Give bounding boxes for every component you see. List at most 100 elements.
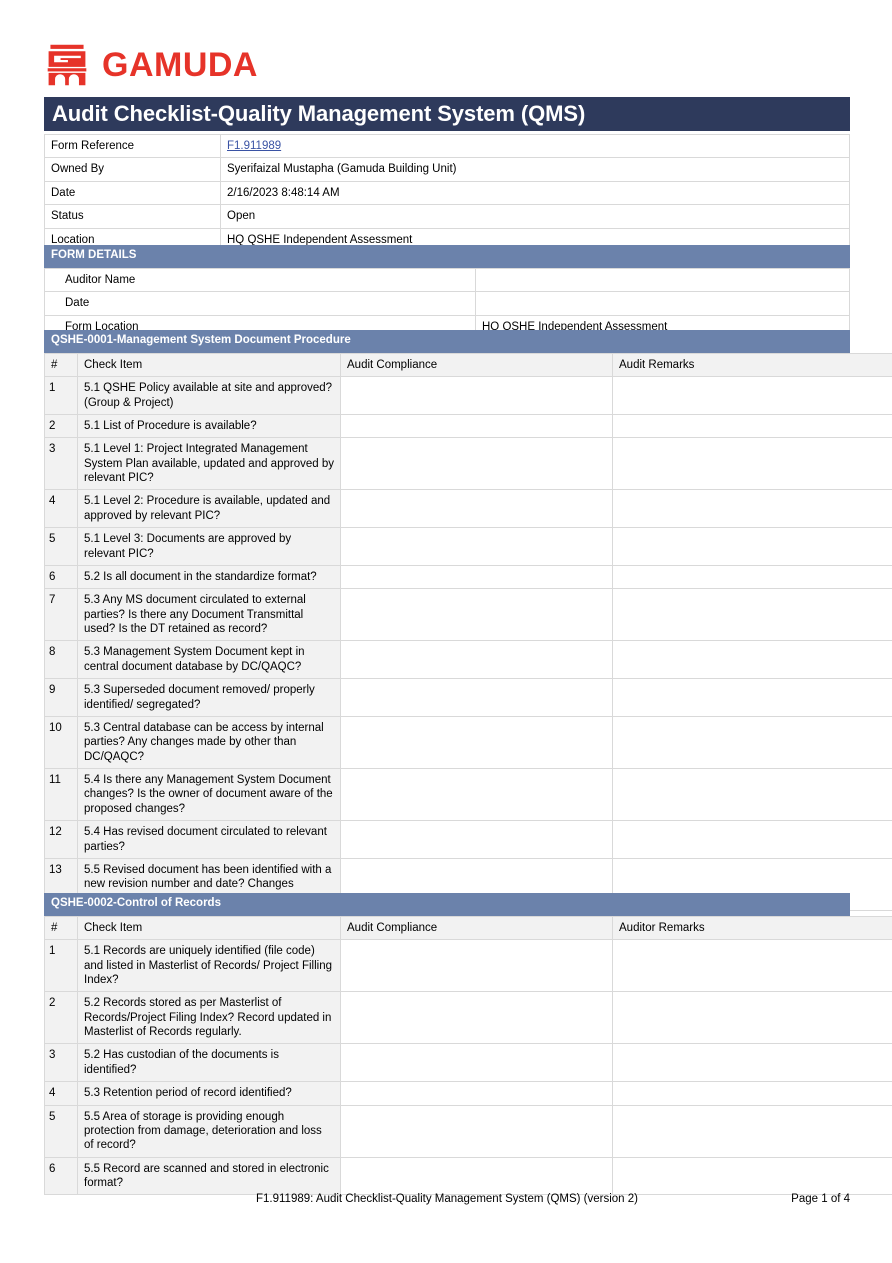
brand-logo: GAMUDA [44, 38, 258, 92]
table-row: 9 5.3 Superseded document removed/ proper… [44, 678, 892, 717]
form-details-value[interactable] [475, 291, 850, 316]
check-item-number: 11 [44, 768, 78, 822]
audit-remarks-cell[interactable] [612, 1043, 892, 1083]
check-item-number: 1 [44, 376, 78, 415]
table-row: 1 5.1 QSHE Policy available at site and a… [44, 376, 892, 415]
check-item-number: 12 [44, 820, 78, 859]
audit-compliance-cell[interactable] [340, 715, 613, 770]
form-details-value[interactable] [475, 267, 850, 293]
audit-compliance-cell[interactable] [340, 413, 613, 439]
check-item-text: 5.5 Area of storage is providing enough … [77, 1104, 341, 1158]
section-header: QSHE-0002-Control of Records [44, 893, 850, 916]
check-item-text: 5.2 Has custodian of the documents is id… [77, 1043, 341, 1083]
audit-remarks-cell[interactable] [612, 820, 892, 859]
form-info-value[interactable]: F1.911989 [220, 133, 850, 159]
form-info-row: Owned By Syerifaizal Mustapha (Gamuda Bui… [44, 157, 850, 182]
audit-compliance-cell[interactable] [340, 489, 613, 529]
check-item-text: 5.1 QSHE Policy available at site and ap… [77, 376, 341, 415]
check-item-number: 5 [44, 1104, 78, 1158]
form-details-table: Auditor Name Date Form Location HQ QSHE Ind… [44, 267, 850, 339]
audit-remarks-cell[interactable] [612, 437, 892, 491]
form-details-label: Date [44, 291, 476, 316]
audit-compliance-cell[interactable] [340, 376, 613, 415]
audit-compliance-cell[interactable] [340, 527, 613, 566]
check-item-number: 5 [44, 527, 78, 566]
form-details-header: FORM DETAILS [44, 245, 850, 268]
check-item-text: 5.1 Level 1: Project Integrated Manageme… [77, 437, 341, 491]
audit-remarks-cell[interactable] [612, 588, 892, 642]
audit-compliance-cell[interactable] [340, 1104, 613, 1158]
audit-remarks-cell[interactable] [612, 1156, 892, 1196]
audit-remarks-cell[interactable] [612, 1104, 892, 1158]
check-item-number: 7 [44, 588, 78, 642]
table-row: 2 5.1 List of Procedure is available? [44, 413, 892, 439]
form-details-row: Auditor Name [44, 267, 850, 293]
table-header-row: # Check Item Audit Compliance Audit Rema… [44, 352, 892, 378]
check-item-number: 6 [44, 564, 78, 590]
audit-remarks-cell[interactable] [612, 715, 892, 770]
document-page: GAMUDA Audit Checklist-Quality Managemen… [0, 0, 892, 1263]
audit-remarks-cell[interactable] [612, 527, 892, 566]
audit-remarks-cell[interactable] [612, 640, 892, 680]
check-item-text: 5.3 Central database can be access by in… [77, 715, 341, 770]
audit-compliance-cell[interactable] [340, 564, 613, 590]
audit-compliance-cell[interactable] [340, 939, 613, 993]
check-item-number: 8 [44, 640, 78, 680]
audit-compliance-cell[interactable] [340, 820, 613, 859]
page-title-bar: Audit Checklist-Quality Management Syste… [44, 97, 850, 131]
column-header-check-item: Check Item [77, 352, 341, 378]
audit-remarks-cell[interactable] [612, 768, 892, 822]
table-row: 6 5.2 Is all document in the standardize … [44, 564, 892, 590]
audit-compliance-cell[interactable] [340, 1156, 613, 1196]
checklist-table: # Check Item Audit Compliance Audit Rema… [44, 352, 892, 912]
table-row: 3 5.2 Has custodian of the documents is i… [44, 1043, 892, 1083]
form-info-value: 2/16/2023 8:48:14 AM [220, 180, 850, 206]
audit-compliance-cell[interactable] [340, 588, 613, 642]
audit-compliance-cell[interactable] [340, 1081, 613, 1106]
table-row: 3 5.1 Level 1: Project Integrated Managem… [44, 437, 892, 491]
form-info-table: Form Reference F1.911989 Owned By Syerifaiz… [44, 133, 850, 252]
form-details-row: Date [44, 291, 850, 316]
check-item-text: 5.2 Is all document in the standardize f… [77, 564, 341, 590]
form-info-label: Form Reference [44, 133, 221, 159]
check-item-text: 5.5 Record are scanned and stored in ele… [77, 1156, 341, 1196]
audit-remarks-cell[interactable] [612, 1081, 892, 1106]
form-details-label: Auditor Name [44, 267, 476, 293]
column-header-compliance: Audit Compliance [340, 352, 613, 378]
audit-compliance-cell[interactable] [340, 768, 613, 822]
audit-remarks-cell[interactable] [612, 991, 892, 1045]
audit-remarks-cell[interactable] [612, 678, 892, 717]
check-item-text: 5.4 Has revised document circulated to r… [77, 820, 341, 859]
form-details-section: FORM DETAILS Auditor Name Date Form Locati… [44, 245, 850, 339]
check-item-text: 5.4 Is there any Management System Docum… [77, 768, 341, 822]
column-header-number: # [44, 352, 78, 378]
audit-compliance-cell[interactable] [340, 991, 613, 1045]
checklist-section-1: QSHE-0001-Management System Document Pro… [44, 330, 892, 912]
check-item-number: 2 [44, 991, 78, 1045]
audit-remarks-cell[interactable] [612, 376, 892, 415]
form-reference-link[interactable]: F1.911989 [227, 140, 281, 152]
audit-compliance-cell[interactable] [340, 1043, 613, 1083]
form-info-label: Status [44, 204, 221, 229]
audit-compliance-cell[interactable] [340, 640, 613, 680]
audit-remarks-cell[interactable] [612, 939, 892, 993]
audit-remarks-cell[interactable] [612, 489, 892, 529]
check-item-number: 2 [44, 413, 78, 439]
audit-compliance-cell[interactable] [340, 678, 613, 717]
table-row: 4 5.3 Retention period of record identifi… [44, 1081, 892, 1106]
footer-document-label: F1.911989: Audit Checklist-Quality Manag… [256, 1193, 638, 1205]
page-footer: F1.911989: Audit Checklist-Quality Manag… [44, 1193, 850, 1205]
column-header-check-item: Check Item [77, 915, 341, 941]
form-info-row: Status Open [44, 204, 850, 229]
audit-compliance-cell[interactable] [340, 437, 613, 491]
audit-remarks-cell[interactable] [612, 564, 892, 590]
table-row: 5 5.5 Area of storage is providing enough… [44, 1104, 892, 1158]
table-row: 7 5.3 Any MS document circulated to exter… [44, 588, 892, 642]
table-row: 12 5.4 Has revised document circulated to… [44, 820, 892, 859]
table-row: 10 5.3 Central database can be access by … [44, 715, 892, 770]
form-info-label: Date [44, 180, 221, 206]
form-info-row: Date 2/16/2023 8:48:14 AM [44, 180, 850, 206]
table-row: 1 5.1 Records are uniquely identified (fi… [44, 939, 892, 993]
audit-remarks-cell[interactable] [612, 413, 892, 439]
checklist-section-2: QSHE-0002-Control of Records # Check Ite… [44, 893, 892, 1196]
